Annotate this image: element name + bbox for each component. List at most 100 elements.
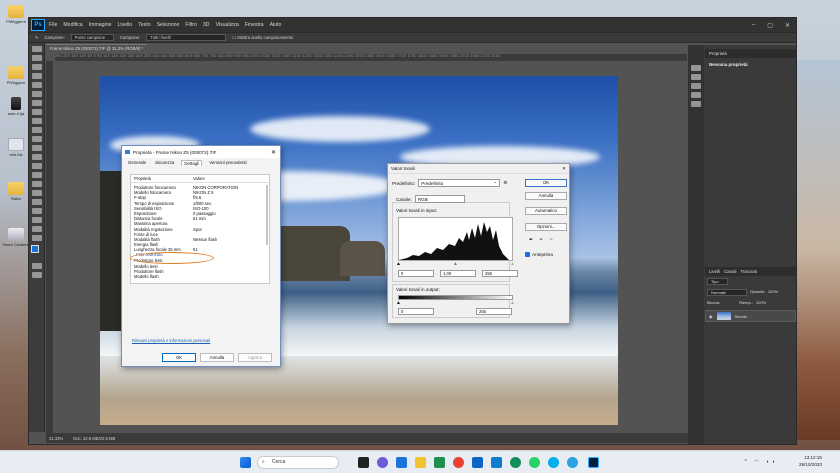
desktop-icon-6[interactable]: Snere Cestinhe: [2, 228, 30, 247]
layer-kind-filter[interactable]: Tipo: [707, 278, 728, 285]
black-point-slider[interactable]: ▲: [396, 261, 401, 267]
edit-toolbar-icon[interactable]: [31, 235, 42, 241]
menu-edit[interactable]: Modifica: [63, 22, 82, 28]
pen-tool-icon[interactable]: [31, 181, 42, 187]
fill-value[interactable]: 100%: [756, 300, 766, 305]
photos-icon[interactable]: [491, 457, 502, 468]
maximize-icon[interactable]: ▢: [767, 22, 773, 29]
input-sliders[interactable]: ▲ ▲ ▲: [396, 261, 515, 267]
desktop-icon-5[interactable]: Raiko: [2, 182, 30, 201]
quick-mask-icon[interactable]: [31, 263, 42, 269]
adjustments-panel-icon[interactable]: [691, 74, 701, 80]
menu-window[interactable]: Finestra: [245, 22, 264, 28]
eraser-tool-icon[interactable]: [31, 145, 42, 151]
character-panel-icon[interactable]: [691, 92, 701, 98]
edge-icon[interactable]: [510, 457, 521, 468]
path-select-tool-icon[interactable]: [31, 199, 42, 205]
whatsapp-icon[interactable]: [529, 457, 540, 468]
frame-tool-icon[interactable]: [31, 91, 42, 97]
zoom-readout[interactable]: 31,33%: [49, 436, 63, 441]
layer-row[interactable]: ◉ Sfondo: [705, 310, 796, 322]
channel-select[interactable]: RGB: [414, 195, 465, 203]
marquee-tool-icon[interactable]: [31, 55, 42, 61]
system-tray-icons[interactable]: ^ ◠ ◖◗: [744, 459, 778, 465]
menu-filter[interactable]: Filtro: [185, 22, 197, 28]
outlook-icon[interactable]: [472, 457, 483, 468]
menu-layer[interactable]: Livello: [117, 22, 132, 28]
telegram-icon[interactable]: [567, 457, 578, 468]
properties-panel-tab[interactable]: Proprietà: [705, 49, 796, 58]
desktop-icon-1[interactable]: PiWiggernt: [2, 5, 30, 24]
menu-file[interactable]: File: [49, 22, 57, 28]
store-icon[interactable]: [396, 457, 407, 468]
output-black-field[interactable]: 0: [398, 308, 434, 315]
clock[interactable]: 13:12:15 29/10/2023: [799, 454, 822, 468]
paragraph-panel-icon[interactable]: [691, 83, 701, 89]
search-box[interactable]: ⌕ Cerca: [257, 456, 339, 469]
history-brush-tool-icon[interactable]: [31, 136, 42, 142]
list-scrollbar[interactable]: [266, 185, 268, 245]
input-black-field[interactable]: 0: [398, 270, 434, 277]
gray-eyedropper-icon[interactable]: ✒: [539, 237, 543, 243]
ok-button[interactable]: OK: [162, 353, 196, 362]
color-swatches[interactable]: [31, 245, 43, 259]
eyedropper-tool-icon[interactable]: [31, 100, 42, 106]
output-black-slider[interactable]: ▲: [396, 300, 401, 306]
blend-mode-select[interactable]: Normale: [707, 289, 747, 296]
foreground-color-swatch[interactable]: [31, 245, 39, 253]
preview-checkbox[interactable]: Anteprima: [525, 252, 553, 257]
column-value[interactable]: Valore: [193, 175, 269, 182]
eyedropper-icon[interactable]: ✎: [35, 35, 39, 40]
output-white-slider[interactable]: ▲: [510, 300, 515, 306]
sample-size-select[interactable]: Punto campione: [70, 34, 115, 41]
start-icon[interactable]: [240, 457, 251, 468]
preset-select[interactable]: Predefinito: [418, 178, 501, 187]
tab-layers[interactable]: Livelli: [709, 269, 720, 274]
quick-select-tool-icon[interactable]: [31, 73, 42, 79]
close-icon[interactable]: ✕: [785, 22, 790, 29]
document-tab[interactable]: Frame Nikon Z5 (000072).TIF @ 31,3% (RGB…: [46, 44, 148, 53]
chrome-icon[interactable]: [453, 457, 464, 468]
tab-channels[interactable]: Canali: [724, 269, 736, 274]
excel-icon[interactable]: [434, 457, 445, 468]
opacity-value[interactable]: 100%: [768, 289, 778, 296]
black-eyedropper-icon[interactable]: ✒: [529, 237, 533, 243]
cancel-button[interactable]: Annulla: [525, 192, 567, 200]
midtone-slider[interactable]: ▲: [453, 261, 458, 267]
photoshop-taskbar-icon[interactable]: [588, 457, 599, 468]
output-white-field[interactable]: 255: [476, 308, 512, 315]
table-row[interactable]: Modello flash: [131, 274, 269, 279]
menu-select[interactable]: Selezione: [157, 22, 180, 28]
desktop-icon-2[interactable]: PiWiggern: [2, 66, 30, 85]
output-sliders[interactable]: ▲ ▲: [396, 300, 515, 306]
menu-image[interactable]: Immagine: [89, 22, 112, 28]
minimize-icon[interactable]: –: [752, 22, 755, 29]
menu-3d[interactable]: 3D: [203, 22, 210, 28]
screen-mode-icon[interactable]: [31, 272, 42, 278]
zoom-tool-icon[interactable]: [31, 226, 42, 232]
eye-icon[interactable]: ◉: [709, 314, 713, 319]
tab-details[interactable]: Dettagli: [181, 160, 203, 166]
brush-settings-panel-icon[interactable]: [691, 101, 701, 107]
move-tool-icon[interactable]: [31, 46, 42, 52]
close-icon[interactable]: ✕: [562, 166, 566, 172]
gradient-tool-icon[interactable]: [31, 154, 42, 160]
input-gamma-field[interactable]: 1,00: [440, 270, 476, 277]
dodge-tool-icon[interactable]: [31, 172, 42, 178]
white-eyedropper-icon[interactable]: ✒: [549, 237, 553, 243]
stamp-tool-icon[interactable]: [31, 127, 42, 133]
tab-previous-versions[interactable]: Versioni precedenti: [207, 160, 248, 166]
input-white-field[interactable]: 255: [482, 270, 518, 277]
auto-button[interactable]: Automatico: [525, 207, 567, 215]
tab-security[interactable]: Sicurezza: [153, 160, 176, 166]
hand-tool-icon[interactable]: [31, 217, 42, 223]
task-view-icon[interactable]: [358, 457, 369, 468]
white-point-slider[interactable]: ▲: [510, 261, 515, 267]
ok-button[interactable]: OK: [525, 179, 567, 187]
cancel-button[interactable]: Annulla: [200, 353, 234, 362]
shape-tool-icon[interactable]: [31, 208, 42, 214]
tab-paths[interactable]: Tracciati: [740, 269, 756, 274]
options-button[interactable]: Opzioni...: [525, 223, 567, 231]
menu-view[interactable]: Visualizza: [216, 22, 239, 28]
lasso-tool-icon[interactable]: [31, 64, 42, 70]
